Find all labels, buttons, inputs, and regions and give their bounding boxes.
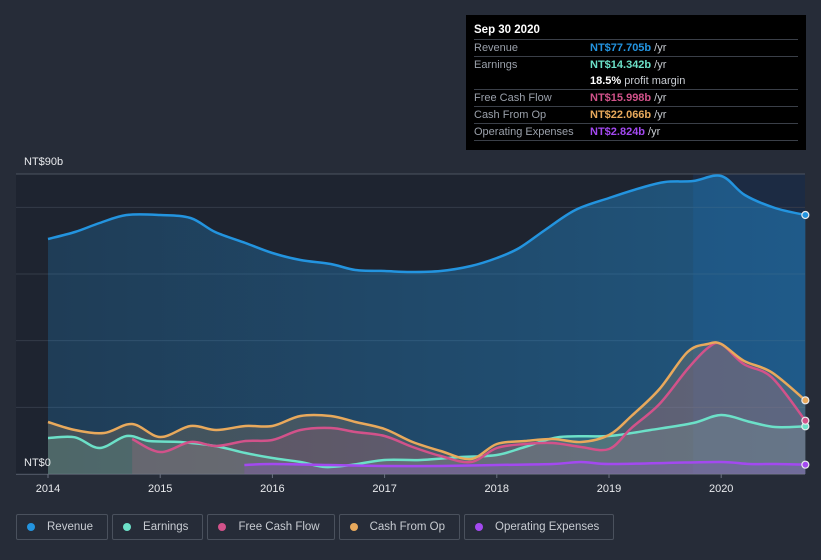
tooltip-unit: /yr xyxy=(654,42,667,54)
x-tick-label: 2018 xyxy=(485,483,509,495)
tooltip-row: 18.5% profit margin xyxy=(474,73,798,90)
tooltip-row: Revenue NT$77.705b/yr xyxy=(474,40,798,57)
tooltip-row: Free Cash Flow NT$15.998b/yr xyxy=(474,90,798,107)
operating-expenses-endpoint[interactable] xyxy=(801,460,810,469)
legend-item-cash-from-op[interactable]: Cash From Op xyxy=(338,514,461,540)
tooltip-label: Earnings xyxy=(474,59,518,71)
y-tick-label: NT$0 xyxy=(24,457,51,469)
tooltip-unit: /yr xyxy=(654,59,667,71)
tooltip-row: Cash From Op NT$22.066b/yr xyxy=(474,107,798,124)
legend-label: Revenue xyxy=(47,521,94,533)
cash-from-op-endpoint[interactable] xyxy=(801,396,810,405)
x-tick-label: 2017 xyxy=(372,483,396,495)
x-tick-label: 2020 xyxy=(709,483,733,495)
tooltip-rows: Revenue NT$77.705b/yr Earnings NT$14.342b/y… xyxy=(474,40,798,141)
legend: Revenue Earnings Free Cash Flow Cash From O… xyxy=(16,514,615,540)
x-tick-label: 2015 xyxy=(148,483,172,495)
tooltip-value: NT$14.342b xyxy=(590,59,652,71)
free-cash-flow-endpoint[interactable] xyxy=(801,416,810,425)
legend-label: Cash From Op xyxy=(369,521,446,533)
legend-item-earnings[interactable]: Earnings xyxy=(112,514,204,540)
legend-dot-icon xyxy=(27,523,35,531)
tooltip-label: Operating Expenses xyxy=(474,126,574,138)
tooltip-label: Cash From Op xyxy=(474,109,547,121)
legend-label: Free Cash Flow xyxy=(238,521,320,533)
tooltip: Sep 30 2020 Revenue NT$77.705b/yr Earnings… xyxy=(466,15,806,150)
legend-label: Operating Expenses xyxy=(495,521,600,533)
y-tick-label: NT$90b xyxy=(24,156,63,168)
x-axis: 2014 2015 2016 2017 2018 2019 2020 xyxy=(16,474,805,495)
tooltip-row: Earnings NT$14.342b/yr xyxy=(474,57,798,73)
tooltip-unit: profit margin xyxy=(624,75,686,87)
tooltip-row: Operating Expenses NT$2.824b/yr xyxy=(474,124,798,141)
legend-item-operating-expenses[interactable]: Operating Expenses xyxy=(464,514,615,540)
x-tick-label: 2016 xyxy=(260,483,284,495)
x-tick-label: 2019 xyxy=(597,483,621,495)
tooltip-value: NT$2.824b xyxy=(590,126,646,138)
legend-dot-icon xyxy=(218,523,227,531)
tooltip-date: Sep 30 2020 xyxy=(474,21,798,40)
tooltip-unit: /yr xyxy=(654,92,667,104)
tooltip-label: Revenue xyxy=(474,42,519,54)
legend-dot-icon xyxy=(123,523,132,531)
tooltip-value: 18.5% xyxy=(590,75,622,87)
legend-label: Earnings xyxy=(143,521,189,533)
tooltip-unit: /yr xyxy=(648,126,661,138)
revenue-endpoint[interactable] xyxy=(801,210,810,220)
tooltip-value: NT$15.998b xyxy=(590,92,652,104)
tooltip-label: Free Cash Flow xyxy=(474,92,552,104)
legend-item-free-cash-flow[interactable]: Free Cash Flow xyxy=(207,514,335,540)
x-tick-label: 2014 xyxy=(36,483,60,495)
tooltip-unit: /yr xyxy=(654,109,667,121)
legend-dot-icon xyxy=(475,523,484,531)
legend-dot-icon xyxy=(349,523,358,531)
legend-item-revenue[interactable]: Revenue xyxy=(16,514,109,540)
tooltip-label xyxy=(474,73,590,89)
tooltip-value: NT$77.705b xyxy=(590,42,652,54)
tooltip-value: NT$22.066b xyxy=(590,109,652,121)
